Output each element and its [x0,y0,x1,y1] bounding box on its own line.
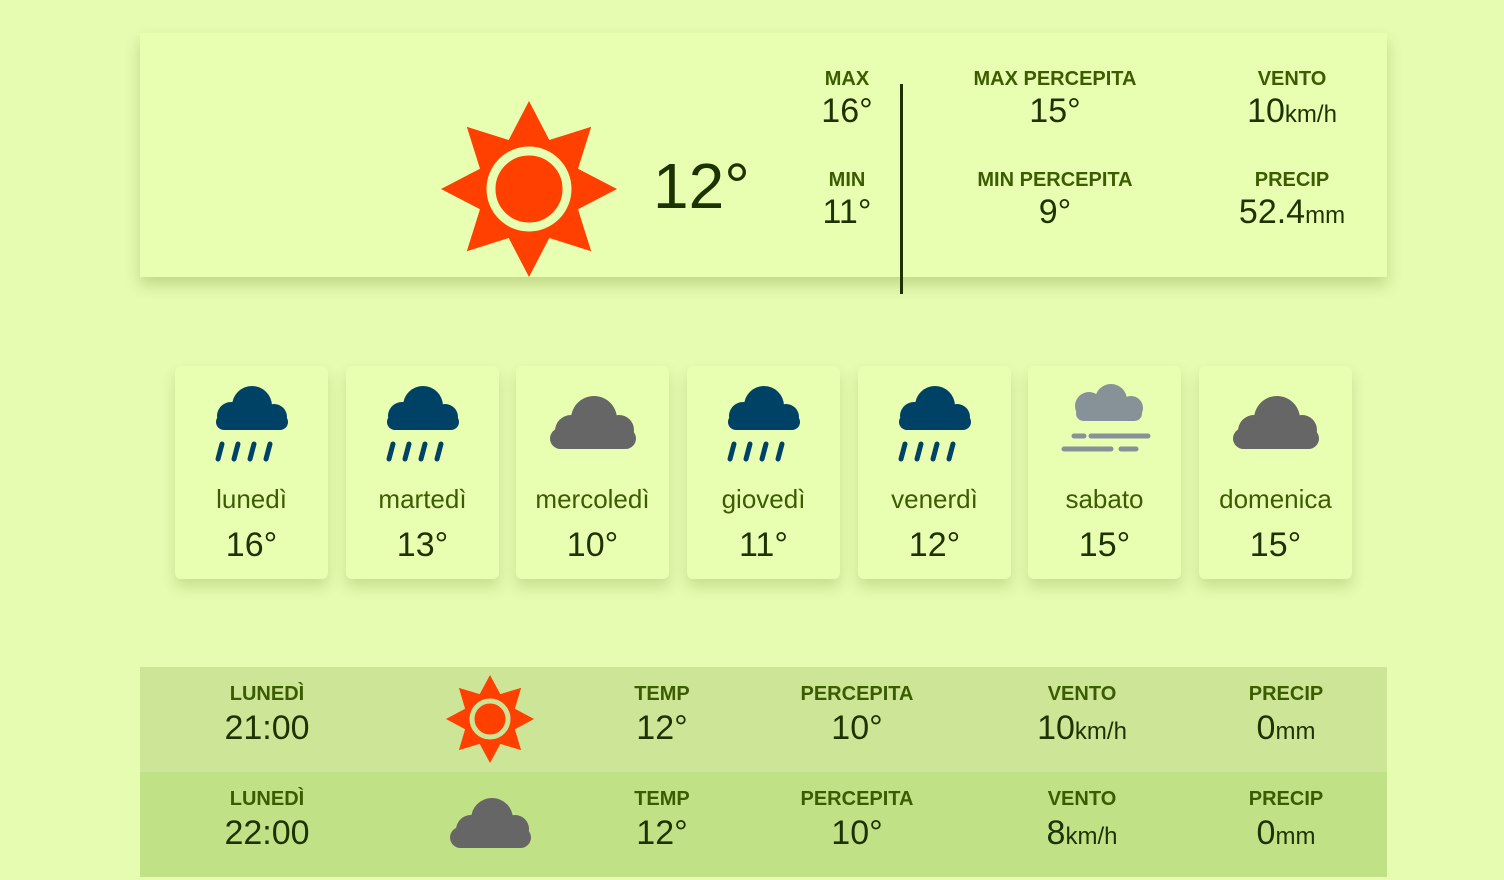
hour-temp: TEMP 12° [552,681,772,749]
hour-feels: PERCEPITA 10° [747,681,967,749]
hour-wind-label: VENTO [1047,788,1117,810]
day-name: sabato [1065,484,1144,514]
hour-precip-number: 0 [1256,709,1276,747]
day-card-monday[interactable]: lunedì 16° [175,366,328,579]
wind: VENTO 10km/h [1172,67,1412,135]
rain-icon [727,386,800,462]
precip-value: 52.4mm [1172,192,1412,236]
hour-precip-value: 0mm [1176,812,1396,858]
hour-day-label: LUNEDÌ [229,683,305,705]
day-card-friday[interactable]: venerdì 12° [858,366,1011,579]
max-feels-like: MAX PERCEPITA 15° [935,67,1175,131]
hour-row[interactable]: LUNEDÌ 21:00 TEMP 12° PERCEPITA 10° VENT… [140,667,1387,772]
hour-wind-unit: km/h [1074,718,1127,745]
hour-wind: VENTO 8km/h [972,786,1192,858]
wind-value: 10km/h [1172,91,1412,135]
day-name: venerdì [891,484,978,514]
hour-temp-value: 12° [636,814,688,852]
day-temp: 16° [225,526,278,564]
day-name: martedì [378,484,467,514]
hour-feels-label: PERCEPITA [800,683,914,705]
rain-icon [898,386,971,462]
hour-temp: TEMP 12° [552,786,772,854]
hour-temp-label: TEMP [634,788,690,810]
hour-precip-unit: mm [1275,718,1316,745]
sun-icon [441,101,617,277]
hour-temp-value: 12° [636,709,688,747]
wind-unit: km/h [1284,101,1337,128]
day-name: lunedì [216,484,287,514]
min-temp-value: 11° [822,193,872,231]
hour-feels-value: 10° [831,709,883,747]
max-feels-value: 15° [1029,92,1081,130]
sun-icon [446,675,534,763]
min-feels-like: MIN PERCEPITA 9° [935,168,1175,232]
day-name: giovedì [721,484,806,514]
hour-wind-value: 8km/h [972,812,1192,858]
current-weather-card: 12° MAX 16° MIN 11° MAX PERCEPITA 15° MI… [140,33,1387,294]
hour-precip: PRECIP 0mm [1176,786,1396,858]
rain-icon [215,386,288,462]
min-temp-label: MIN [828,169,866,191]
hour-wind-value: 10km/h [972,707,1192,753]
day-temp: 11° [739,526,788,564]
hour-feels-value: 10° [831,814,883,852]
min-feels-value: 9° [1038,193,1072,231]
hour-wind-label: VENTO [1047,683,1117,705]
hour-time-value: 21:00 [224,709,310,747]
hour-time: LUNEDÌ 21:00 [157,681,377,749]
day-temp: 12° [908,526,961,564]
fog-icon [1061,384,1151,452]
hour-time-value: 22:00 [224,814,310,852]
cloud-icon [450,798,531,848]
max-temp: MAX 16° [727,67,967,131]
hour-precip-value: 0mm [1176,707,1396,753]
day-card-sunday[interactable]: domenica 15° [1199,366,1352,579]
max-feels-label: MAX PERCEPITA [973,68,1137,90]
hour-row[interactable]: LUNEDÌ 22:00 TEMP 12° PERCEPITA 10° VENT… [140,772,1387,877]
hour-time: LUNEDÌ 22:00 [157,786,377,854]
min-temp: MIN 11° [727,168,967,232]
rain-icon [386,386,459,462]
hour-precip-label: PRECIP [1248,683,1324,705]
hour-temp-label: TEMP [634,683,690,705]
hour-wind-number: 8 [1046,814,1066,852]
wind-label: VENTO [1257,68,1327,90]
precip-number: 52.4 [1238,193,1306,231]
hour-precip: PRECIP 0mm [1176,681,1396,753]
hour-wind-unit: km/h [1065,823,1118,850]
hour-feels-label: PERCEPITA [800,788,914,810]
hour-day-label: LUNEDÌ [229,788,305,810]
precip-label: PRECIP [1254,169,1330,191]
hour-precip-label: PRECIP [1248,788,1324,810]
day-card-saturday[interactable]: sabato 15° [1028,366,1181,579]
wind-number: 10 [1247,92,1285,130]
day-card-tuesday[interactable]: martedì 13° [346,366,499,579]
cloud-icon [1233,396,1319,449]
day-card-wednesday[interactable]: mercoledì 10° [516,366,669,579]
hour-precip-number: 0 [1256,814,1276,852]
max-temp-label: MAX [824,68,870,90]
hour-wind-number: 10 [1037,709,1075,747]
hour-precip-unit: mm [1275,823,1316,850]
day-temp: 15° [1078,526,1131,564]
precip-unit: mm [1305,202,1346,229]
max-temp-value: 16° [821,92,873,130]
day-name: domenica [1219,484,1332,514]
day-temp: 13° [396,526,449,564]
day-temp: 15° [1249,526,1302,564]
min-feels-label: MIN PERCEPITA [977,169,1133,191]
hour-feels: PERCEPITA 10° [747,786,967,854]
precipitation: PRECIP 52.4mm [1172,168,1412,236]
day-name: mercoledì [535,484,650,514]
day-temp: 10° [566,526,619,564]
cloud-icon [550,396,636,449]
hour-wind: VENTO 10km/h [972,681,1192,753]
day-card-thursday[interactable]: giovedì 11° [687,366,840,579]
